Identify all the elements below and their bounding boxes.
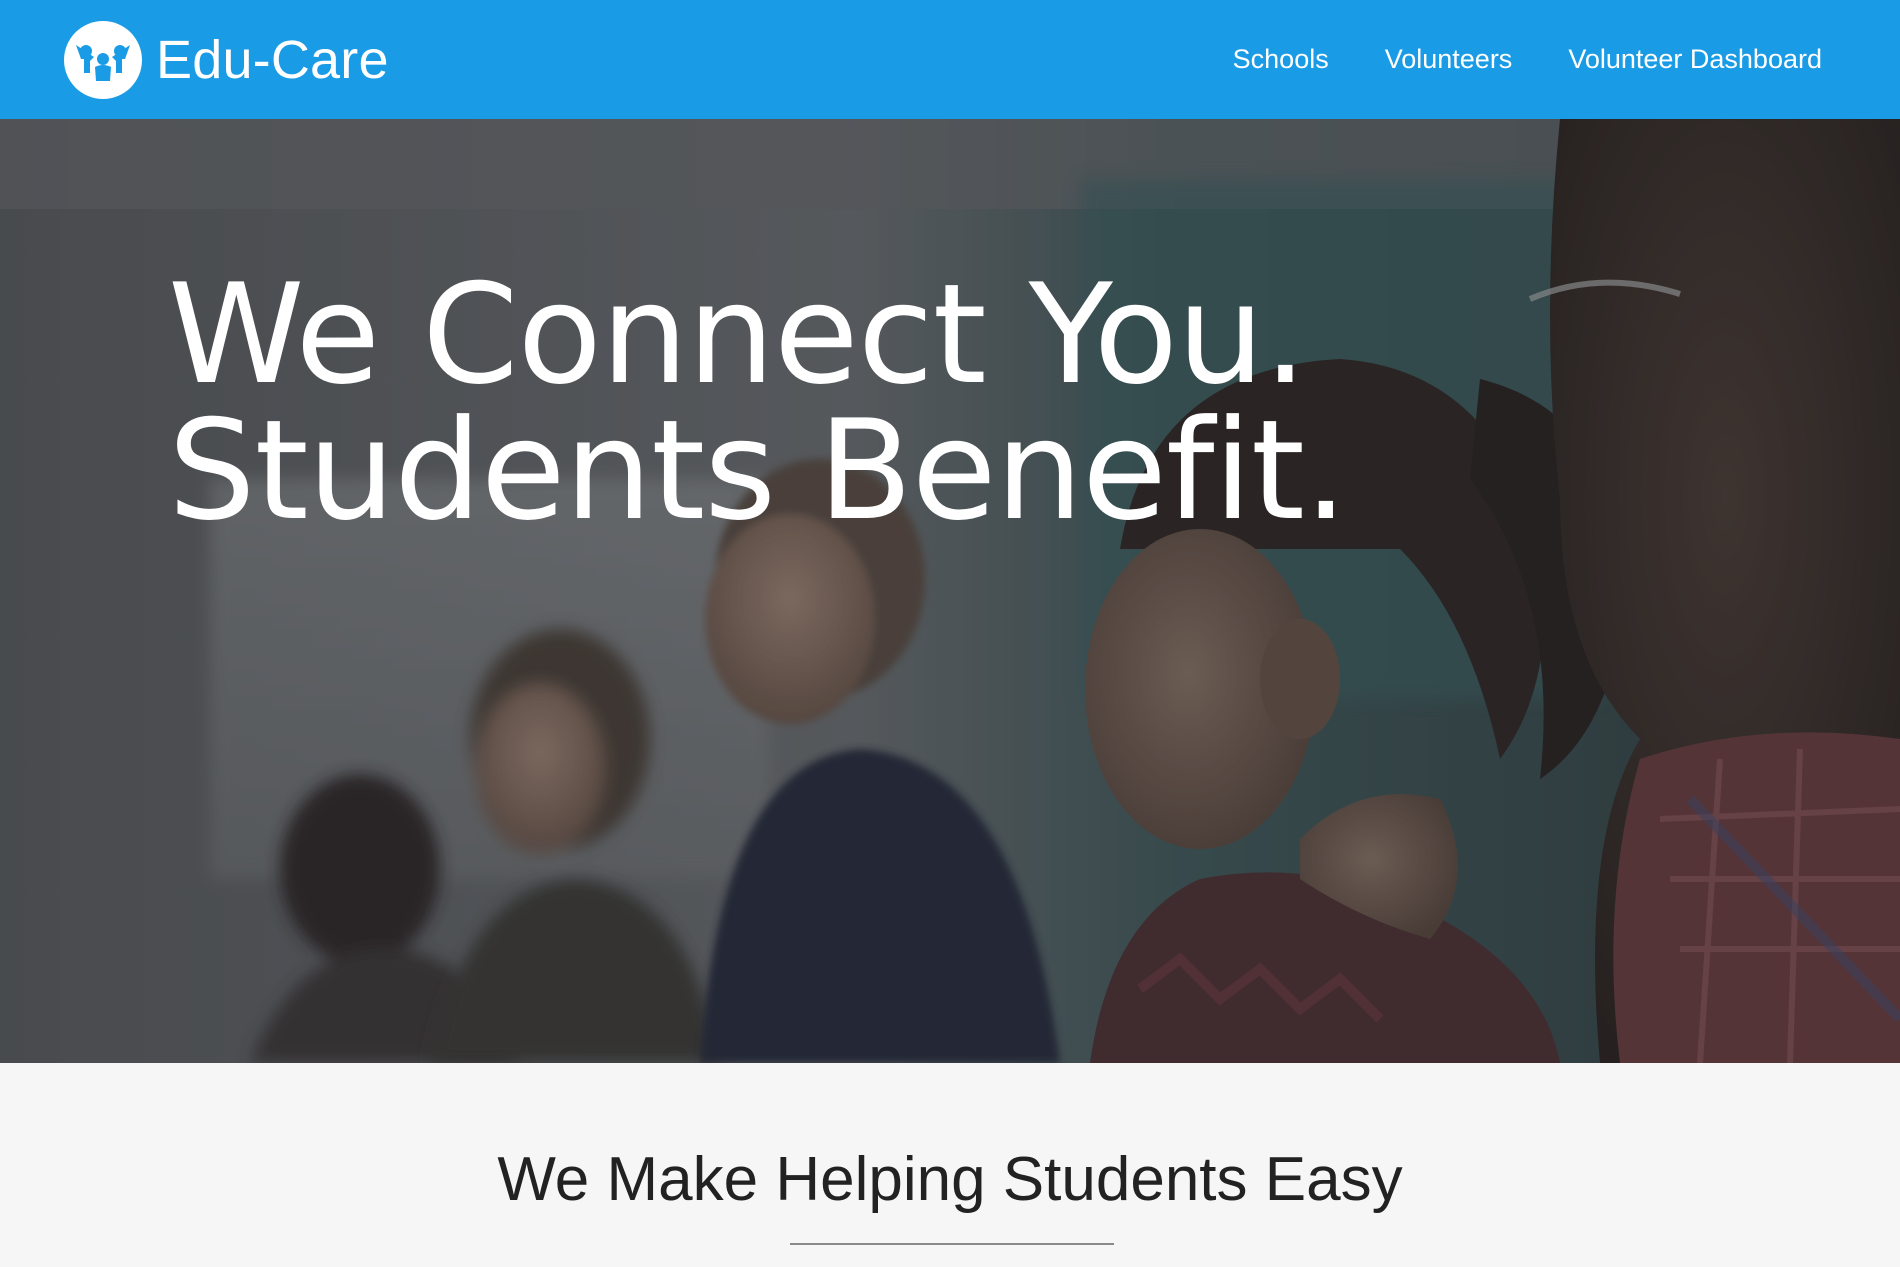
hero-headline: We Connect You. Students Benefit. bbox=[168, 254, 1348, 551]
top-navbar: Edu-Care Schools Volunteers Volunteer Da… bbox=[0, 0, 1900, 119]
hero-headline-line-1: We Connect You. bbox=[168, 254, 1307, 415]
nav-link-schools[interactable]: Schools bbox=[1233, 44, 1329, 75]
section-divider bbox=[790, 1243, 1114, 1245]
hero-headline-line-2: Students Benefit. bbox=[168, 390, 1348, 551]
nav-link-volunteer-dashboard[interactable]: Volunteer Dashboard bbox=[1568, 44, 1822, 75]
intro-heading: We Make Helping Students Easy bbox=[497, 1145, 1403, 1214]
main-nav: Schools Volunteers Volunteer Dashboard bbox=[1233, 44, 1822, 75]
brand-name: Edu-Care bbox=[156, 29, 389, 90]
people-group-icon bbox=[64, 20, 142, 99]
brand-home-link[interactable]: Edu-Care bbox=[64, 20, 389, 99]
hero-section: We Connect You. Students Benefit. bbox=[0, 119, 1900, 1063]
intro-section: We Make Helping Students Easy bbox=[0, 1063, 1900, 1267]
nav-link-volunteers[interactable]: Volunteers bbox=[1385, 44, 1513, 75]
